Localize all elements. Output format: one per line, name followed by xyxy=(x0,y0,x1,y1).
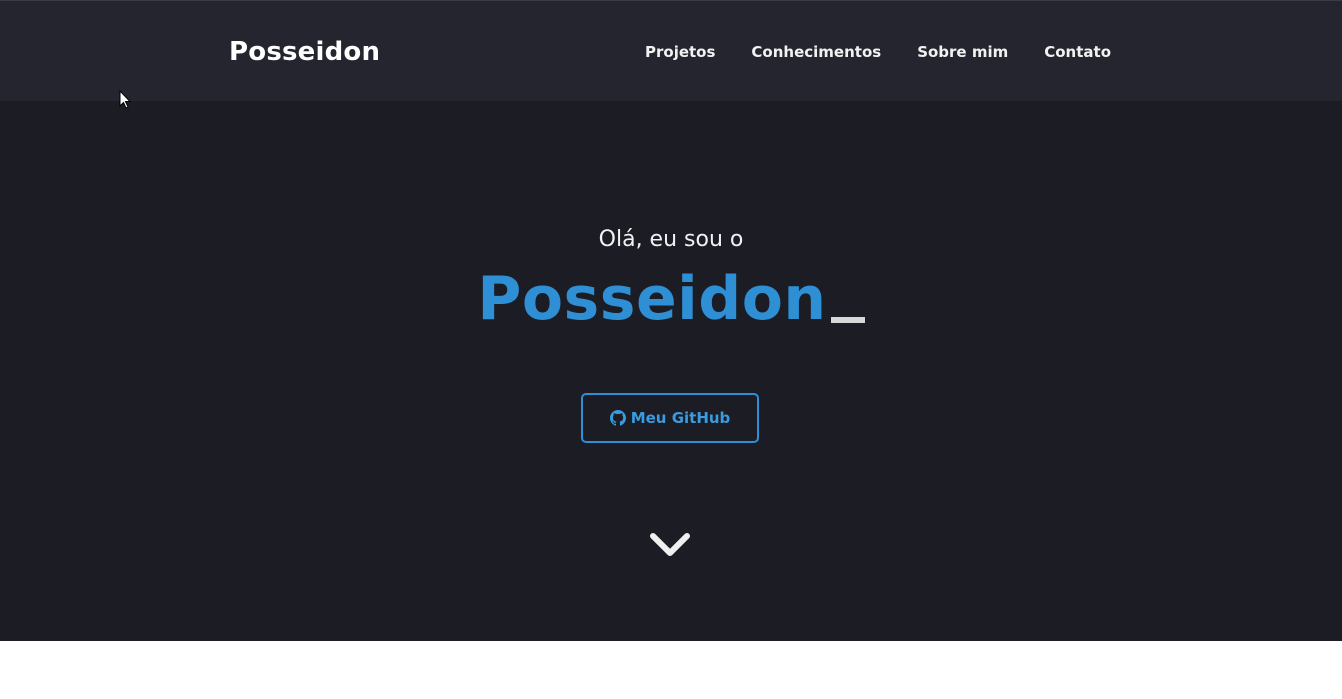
hero-section: Olá, eu sou o Posseidon Meu GitHub xyxy=(0,101,1342,641)
navbar: Posseidon Projetos Conhecimentos Sobre m… xyxy=(0,0,1342,101)
mouse-pointer-icon xyxy=(119,89,133,110)
github-button-label: Meu GitHub xyxy=(630,409,731,427)
nav-links: Projetos Conhecimentos Sobre mim Contato xyxy=(645,42,1111,62)
nav-link-sobre-mim[interactable]: Sobre mim xyxy=(917,42,1008,62)
hero-title-wrap: Posseidon xyxy=(0,263,1342,350)
nav-link-conhecimentos[interactable]: Conhecimentos xyxy=(751,42,881,62)
next-section xyxy=(0,641,1342,699)
brand-logo-link[interactable]: Posseidon xyxy=(229,35,380,69)
typing-cursor xyxy=(830,317,865,323)
github-icon xyxy=(609,410,626,426)
page: Posseidon Projetos Conhecimentos Sobre m… xyxy=(0,0,1342,699)
hero-title: Posseidon xyxy=(477,264,827,334)
github-button[interactable]: Meu GitHub xyxy=(581,393,759,443)
hero-greeting: Olá, eu sou o xyxy=(598,227,744,252)
chevron-down-icon[interactable] xyxy=(648,531,692,559)
nav-link-contato[interactable]: Contato xyxy=(1044,42,1111,62)
nav-link-projetos[interactable]: Projetos xyxy=(645,42,715,62)
